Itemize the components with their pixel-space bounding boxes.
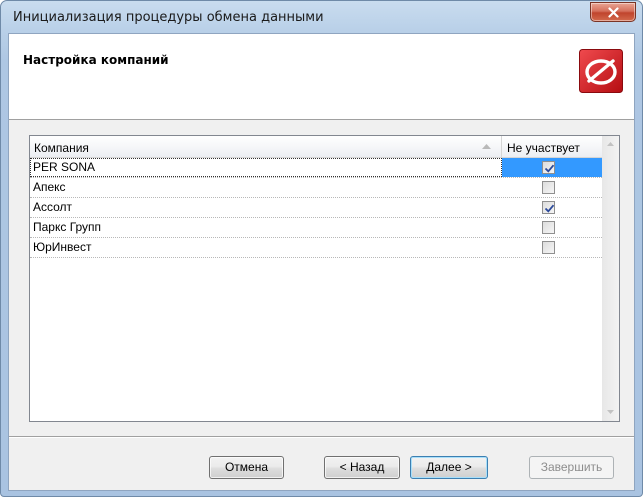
companies-grid[interactable]: Компания Не участвует PER SONA Апекс Асс… — [29, 135, 620, 422]
scroll-up-button[interactable] — [602, 136, 619, 153]
finish-button: Завершить — [529, 456, 614, 479]
dialog-window: Инициализация процедуры обмена данными Н… — [0, 0, 643, 497]
grid-header: Компания Не участвует — [30, 136, 602, 158]
grid-rows: PER SONA Апекс Ассолт Паркс Групп ЮрИнве… — [30, 158, 602, 258]
footer-separator — [9, 436, 634, 438]
back-button[interactable]: < Назад — [324, 456, 400, 479]
excluded-checkbox[interactable] — [542, 241, 555, 254]
scroll-up-icon — [607, 142, 614, 146]
checkmark-icon — [544, 164, 555, 173]
vertical-scrollbar[interactable] — [602, 136, 619, 421]
table-row[interactable]: PER SONA — [30, 158, 602, 178]
table-row[interactable]: Паркс Групп — [30, 218, 602, 238]
table-row[interactable]: Ассолт — [30, 198, 602, 218]
persona-logo-icon — [579, 49, 623, 93]
wizard-header: Настройка компаний — [9, 34, 634, 120]
company-name-cell[interactable]: ЮрИнвест — [30, 238, 502, 257]
company-name-cell[interactable]: Паркс Групп — [30, 218, 502, 237]
column-header-company-label: Компания — [34, 141, 89, 155]
company-name-cell[interactable]: PER SONA — [30, 158, 502, 177]
checkmark-icon — [544, 204, 555, 213]
excluded-checkbox[interactable] — [542, 161, 555, 174]
sort-ascending-icon — [482, 144, 491, 149]
table-row[interactable]: ЮрИнвест — [30, 238, 602, 258]
table-row[interactable]: Апекс — [30, 178, 602, 198]
dialog-client-area: Настройка компаний Компания Не участвует… — [8, 33, 635, 491]
excluded-cell[interactable] — [502, 238, 602, 257]
excluded-cell[interactable] — [502, 198, 602, 217]
close-button[interactable] — [590, 2, 636, 22]
scroll-down-button[interactable] — [602, 404, 619, 421]
cancel-button[interactable]: Отмена — [209, 456, 284, 479]
company-name-cell[interactable]: Ассолт — [30, 198, 502, 217]
excluded-cell[interactable] — [502, 218, 602, 237]
column-header-company[interactable]: Компания — [30, 136, 502, 158]
column-header-excluded-label: Не участвует — [507, 141, 580, 155]
close-icon — [608, 7, 619, 18]
excluded-cell[interactable] — [502, 158, 602, 177]
excluded-checkbox[interactable] — [542, 181, 555, 194]
excluded-cell[interactable] — [502, 178, 602, 197]
window-title: Инициализация процедуры обмена данными — [13, 10, 324, 25]
scroll-down-icon — [607, 410, 614, 414]
column-header-excluded[interactable]: Не участвует — [503, 136, 602, 158]
excluded-checkbox[interactable] — [542, 201, 555, 214]
excluded-checkbox[interactable] — [542, 221, 555, 234]
company-name-cell[interactable]: Апекс — [30, 178, 502, 197]
next-button[interactable]: Далее > — [410, 456, 488, 479]
page-title: Настройка компаний — [23, 53, 169, 67]
title-bar[interactable]: Инициализация процедуры обмена данными — [1, 1, 642, 33]
